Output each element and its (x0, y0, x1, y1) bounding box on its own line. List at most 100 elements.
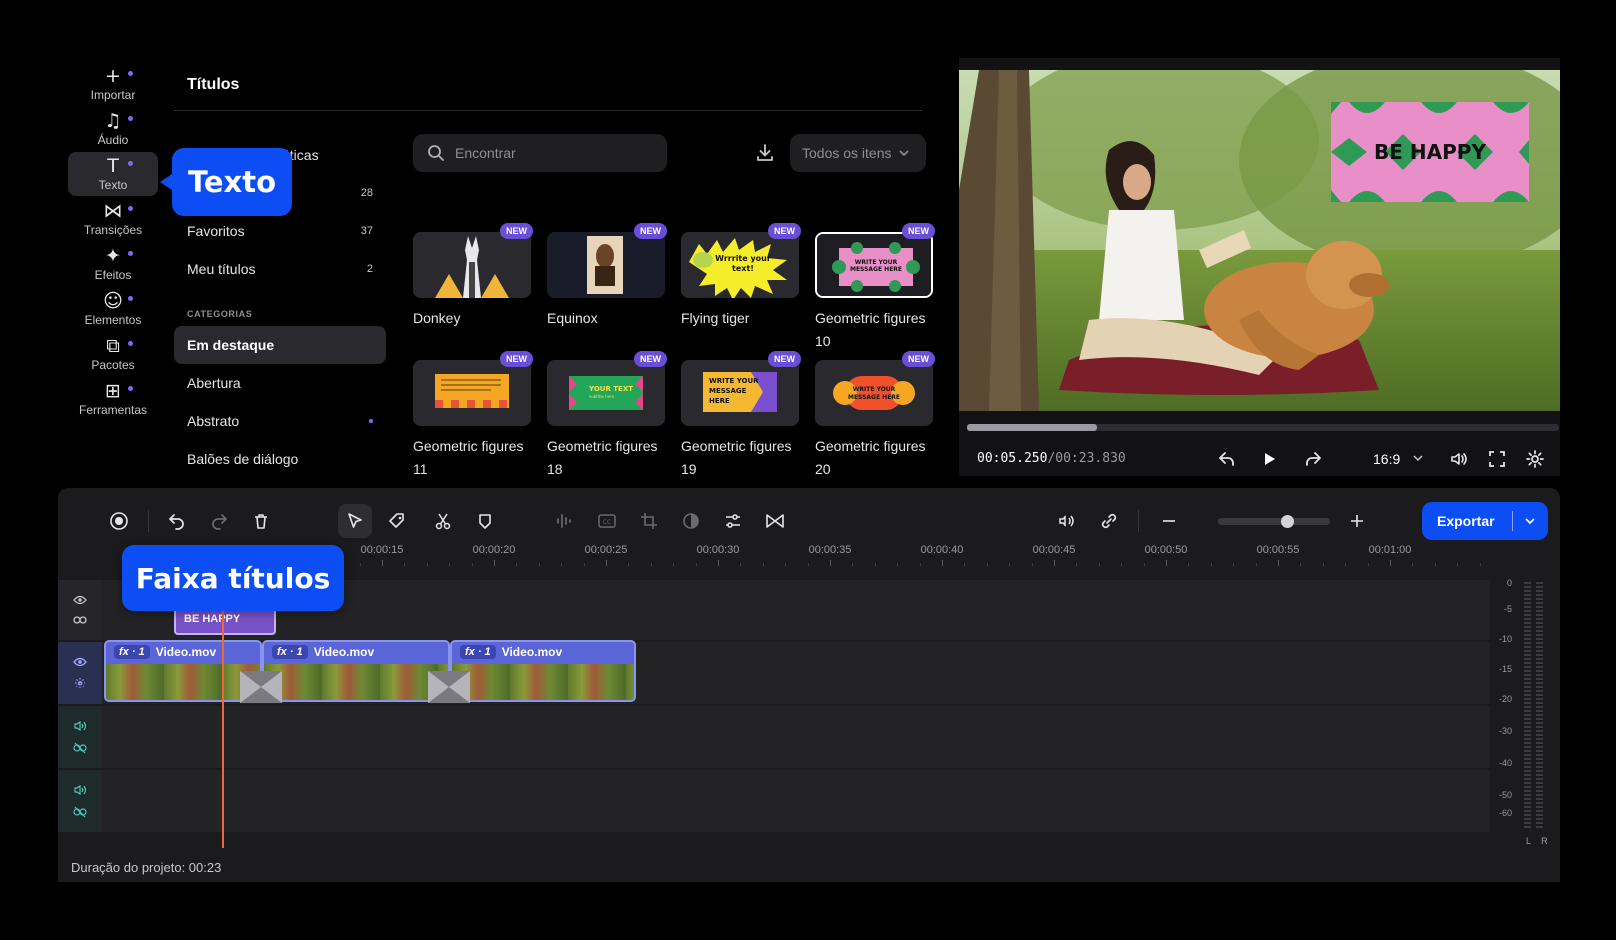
ruler-minor-tick (1098, 563, 1100, 566)
ruler-minor-tick (762, 563, 764, 566)
ruler-minor-tick (359, 563, 361, 566)
category-item-baloes[interactable]: Balões de diálogo (174, 440, 386, 478)
title-card-equinox[interactable]: NEW Equinox (547, 223, 667, 330)
export-options-button[interactable] (1513, 515, 1547, 527)
nav-label: Pacotes (91, 358, 135, 372)
preview-scrubber[interactable] (967, 424, 1559, 431)
search-icon (428, 145, 444, 161)
link-icon[interactable] (73, 615, 87, 625)
play-button[interactable] (1255, 445, 1283, 473)
new-dot (128, 71, 133, 76)
ruler-tick (830, 560, 831, 566)
aspect-ratio-select[interactable]: 16:9 (1373, 451, 1424, 467)
title-card-geo10[interactable]: WRITE YOUR MESSAGE HERE NEW Geometric figur… (815, 223, 935, 353)
category-item-abstrato[interactable]: Abstrato (174, 402, 386, 440)
nav-item-ferramentas[interactable]: ⊞ Ferramentas (68, 377, 158, 421)
eye-icon[interactable] (73, 657, 87, 667)
category-item-em-destaque[interactable]: Em destaque (174, 326, 386, 364)
forward-button[interactable] (1299, 445, 1327, 473)
cut-button[interactable] (426, 504, 460, 538)
delete-button[interactable] (244, 504, 278, 538)
zoom-slider[interactable] (1218, 515, 1330, 528)
nav-item-pacotes[interactable]: ⧉ Pacotes (68, 332, 158, 376)
record-button[interactable] (102, 504, 136, 538)
category-item-favoritos[interactable]: Favoritos 37 (174, 212, 386, 250)
nav-item-efeitos[interactable]: ✦ Efeitos (68, 242, 158, 286)
nav-item-transicoes[interactable]: ⋈ Transições (68, 197, 158, 241)
title-card-geo20[interactable]: WRITE YOUR MESSAGE HERE NEW Geometric figur… (815, 351, 935, 481)
meter-scale-label: -20 (1498, 694, 1512, 704)
rewind-button[interactable] (1213, 445, 1241, 473)
title-card-geo18[interactable]: YOUR TEXT subtitle here NEW Geometric figur… (547, 351, 667, 481)
new-dot (128, 296, 133, 301)
nav-item-audio[interactable]: ♫ Áudio (68, 107, 158, 151)
card-title: Geometric figures (815, 310, 926, 326)
select-tool-button[interactable] (338, 504, 372, 538)
marker-button[interactable] (468, 504, 502, 538)
transition-marker-2[interactable] (428, 671, 470, 703)
eye-icon[interactable] (73, 595, 87, 605)
meter-scale-label: -50 (1498, 790, 1512, 800)
ruler-minor-tick (807, 563, 809, 566)
new-dot (369, 419, 373, 423)
export-button[interactable]: Exportar (1422, 502, 1548, 540)
settings-button[interactable] (1521, 445, 1549, 473)
undo-button[interactable] (160, 504, 194, 538)
callout-faixa-titulos: Faixa títulos (122, 545, 344, 611)
svg-text:WRITE YOUR: WRITE YOUR (853, 386, 896, 393)
search-input[interactable] (455, 145, 655, 161)
category-item-abertura[interactable]: Abertura (174, 364, 386, 402)
title-card-geo19[interactable]: WRITE YOUR MESSAGE HERE NEW Geometric figure… (681, 351, 801, 481)
ruler-minor-tick (852, 563, 854, 566)
filter-dropdown[interactable]: Todos os itens (790, 134, 926, 172)
speaker-icon[interactable] (73, 784, 87, 796)
title-card-donkey[interactable]: NEW Donkey (413, 223, 533, 330)
shield-icon (479, 514, 491, 529)
nav-label: Texto (98, 178, 128, 192)
card-thumbnail (413, 360, 531, 426)
video-clip-2[interactable]: fx · 1 Video.mov (262, 640, 450, 702)
zoom-out-button[interactable] (1152, 504, 1186, 538)
adjust-button[interactable] (716, 504, 750, 538)
svg-text:CC: CC (603, 519, 611, 526)
nav-item-elementos[interactable]: ☺ Elementos (68, 287, 158, 331)
category-item-meu-titulos[interactable]: Meu títulos 2 (174, 250, 386, 288)
magnet-button[interactable] (1092, 504, 1126, 538)
zoom-slider-knob[interactable] (1281, 515, 1295, 528)
video-clip-1[interactable]: fx · 1 Video.mov (104, 640, 262, 702)
download-button[interactable] (754, 142, 776, 164)
sparkle-icon[interactable] (73, 677, 87, 689)
card-title: Flying tiger (681, 310, 750, 326)
captions-button[interactable]: CC (590, 504, 624, 538)
card-label: Donkey (413, 307, 531, 330)
audio-mix-button[interactable] (1050, 504, 1084, 538)
nav-item-importar[interactable]: + Importar (68, 62, 158, 106)
audio-detach-button[interactable] (548, 504, 582, 538)
ruler-minor-tick (1412, 563, 1414, 566)
zoom-in-button[interactable] (1340, 504, 1374, 538)
unlink-icon[interactable] (73, 742, 87, 754)
crop-button[interactable] (632, 504, 666, 538)
fullscreen-button[interactable] (1483, 445, 1511, 473)
category-count: 2 (366, 263, 373, 275)
search-box[interactable] (413, 134, 667, 172)
nav-item-texto[interactable]: T Texto (68, 152, 158, 196)
redo-button[interactable] (202, 504, 236, 538)
volume-button[interactable] (1445, 445, 1473, 473)
color-button[interactable] (674, 504, 708, 538)
chevron-down-icon (898, 150, 909, 157)
slip-tool-button[interactable] (380, 504, 414, 538)
speaker-icon[interactable] (73, 720, 87, 732)
time-current: 00:05.250 (977, 451, 1048, 466)
preview-title-overlay[interactable]: BE HAPPY (1331, 102, 1529, 202)
unlink-icon[interactable] (73, 806, 87, 818)
new-dot (128, 161, 133, 166)
title-card-tiger[interactable]: Wrrrite your text! NEW Flying tiger (681, 223, 801, 330)
meter-scale-label: -40 (1498, 758, 1512, 768)
svg-text:WRITE YOUR: WRITE YOUR (709, 377, 759, 385)
svg-text:WRITE YOUR: WRITE YOUR (855, 259, 898, 266)
title-card-geo11[interactable]: NEW Geometric figures 11 (413, 351, 533, 481)
video-clip-3[interactable]: fx · 1 Video.mov (450, 640, 636, 702)
transition-marker-1[interactable] (240, 671, 282, 703)
transition-button[interactable] (758, 504, 792, 538)
